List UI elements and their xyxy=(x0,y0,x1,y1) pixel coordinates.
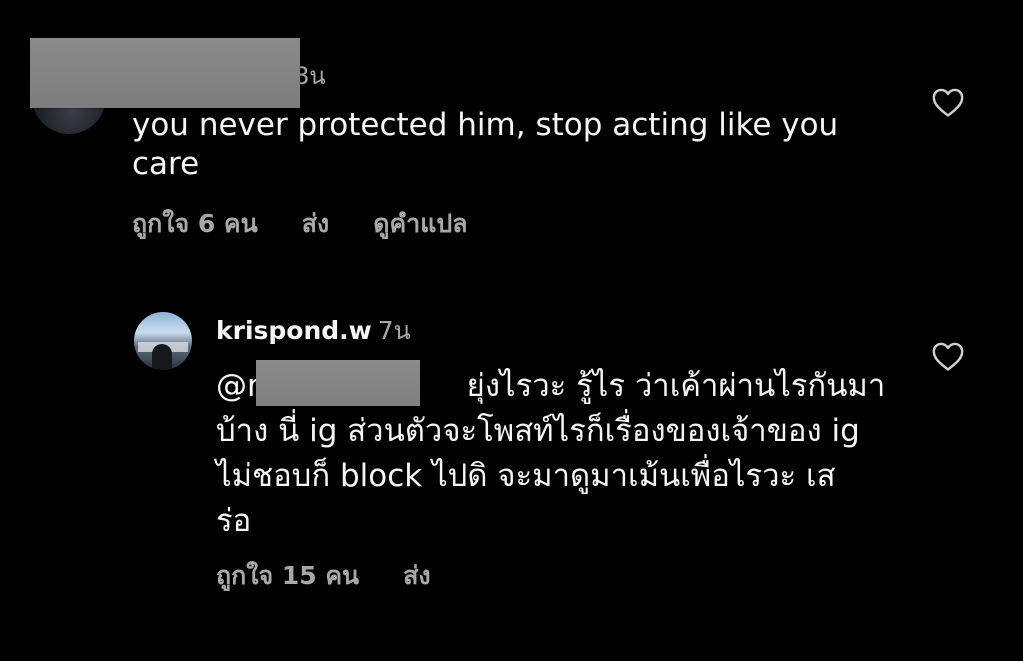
reply-username[interactable]: krispond.w xyxy=(216,316,372,345)
heart-outline-icon[interactable] xyxy=(931,340,965,372)
heart-outline-icon[interactable] xyxy=(931,86,965,118)
redacted-mention-block xyxy=(256,360,420,406)
reply-timestamp: 7น xyxy=(377,316,411,345)
reply-button[interactable]: ส่ง xyxy=(403,556,430,596)
likes-count-link[interactable]: ถูกใจ 6 คน xyxy=(132,204,258,244)
likes-count-link[interactable]: ถูกใจ 15 คน xyxy=(216,556,359,596)
comment-text: you never protected him, stop acting lik… xyxy=(132,107,839,182)
reply-text-line: ร่อ xyxy=(216,503,252,539)
reply-header: krispond.w 7น xyxy=(216,314,411,348)
comment-actions: ถูกใจ 6 คน ส่ง ดูคำแปล xyxy=(132,204,512,244)
redacted-username-block xyxy=(30,38,300,108)
reply-text-line: ไม่ชอบก็ block ไปดิ จะมาดูมาเม้นเพื่อไรว… xyxy=(216,458,836,494)
reply-actions: ถูกใจ 15 คน ส่ง xyxy=(216,556,475,596)
reply-avatar[interactable] xyxy=(134,312,192,370)
reply-button[interactable]: ส่ง xyxy=(302,204,329,244)
see-translation-link[interactable]: ดูคำแปล xyxy=(373,204,467,244)
reply-text-line: บ้าง นี่ ig ส่วนตัวจะโพสท์ไรก็เรื่องของเ… xyxy=(216,413,860,449)
